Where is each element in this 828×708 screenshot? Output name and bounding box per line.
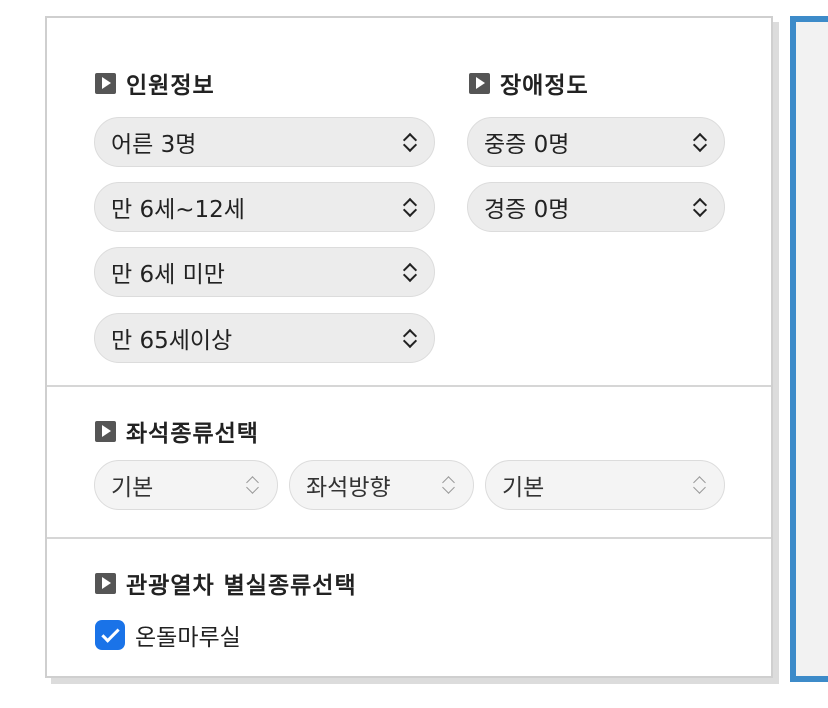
- section-divider: [47, 537, 771, 539]
- select-value: 경증 0명: [484, 197, 570, 223]
- updown-chevron-icon: [402, 130, 418, 154]
- arrow-right-icon: [469, 72, 490, 94]
- updown-chevron-icon: [692, 473, 708, 497]
- arrow-right-icon: [95, 72, 116, 94]
- select-value: 좌석방향: [306, 475, 391, 501]
- tour-train-title: 관광열차 별실종류선택: [126, 573, 357, 599]
- updown-chevron-icon: [402, 195, 418, 219]
- seat-type-section-title: 좌석종류선택: [95, 414, 259, 448]
- adult-count-select[interactable]: 어른 3명: [94, 117, 435, 167]
- side-panel: [790, 16, 828, 682]
- updown-chevron-icon: [402, 326, 418, 350]
- arrow-right-icon: [95, 572, 116, 594]
- updown-chevron-icon: [441, 473, 457, 497]
- select-value: 어른 3명: [111, 132, 197, 158]
- arrow-right-icon: [95, 420, 116, 442]
- seat-type-select[interactable]: 기본: [94, 460, 278, 510]
- updown-chevron-icon: [692, 130, 708, 154]
- select-value: 만 6세 미만: [111, 262, 225, 288]
- updown-chevron-icon: [402, 260, 418, 284]
- select-value: 만 65세이상: [111, 328, 233, 354]
- child-under-6-count-select[interactable]: 만 6세 미만: [94, 247, 435, 297]
- disability-title: 장애정도: [500, 73, 589, 99]
- seat-type-title: 좌석종류선택: [126, 421, 259, 447]
- passengers-title: 인원정보: [126, 73, 215, 99]
- select-value: 중증 0명: [484, 132, 570, 158]
- select-value: 기본: [111, 475, 154, 501]
- passengers-section-title: 인원정보: [95, 66, 215, 100]
- reservation-options-panel: 인원정보 어른 3명 만 6세~12세 만 6세 미만 만 65세이상 장애정도…: [45, 16, 773, 678]
- ondol-room-checkbox[interactable]: [95, 620, 125, 650]
- child-6-12-count-select[interactable]: 만 6세~12세: [94, 182, 435, 232]
- updown-chevron-icon: [245, 473, 261, 497]
- section-divider: [47, 385, 771, 387]
- severe-disability-count-select[interactable]: 중증 0명: [467, 117, 725, 167]
- seat-position-select[interactable]: 기본: [485, 460, 725, 510]
- disability-section-title: 장애정도: [469, 66, 589, 100]
- check-icon: [100, 623, 120, 643]
- senior-count-select[interactable]: 만 65세이상: [94, 313, 435, 363]
- tour-train-section-title: 관광열차 별실종류선택: [95, 566, 357, 600]
- ondol-room-label[interactable]: 온돌마루실: [135, 618, 241, 652]
- mild-disability-count-select[interactable]: 경증 0명: [467, 182, 725, 232]
- select-value: 기본: [502, 475, 545, 501]
- updown-chevron-icon: [692, 195, 708, 219]
- select-value: 만 6세~12세: [111, 197, 245, 223]
- seat-direction-select[interactable]: 좌석방향: [289, 460, 474, 510]
- ondol-room-option[interactable]: 온돌마루실: [95, 618, 241, 652]
